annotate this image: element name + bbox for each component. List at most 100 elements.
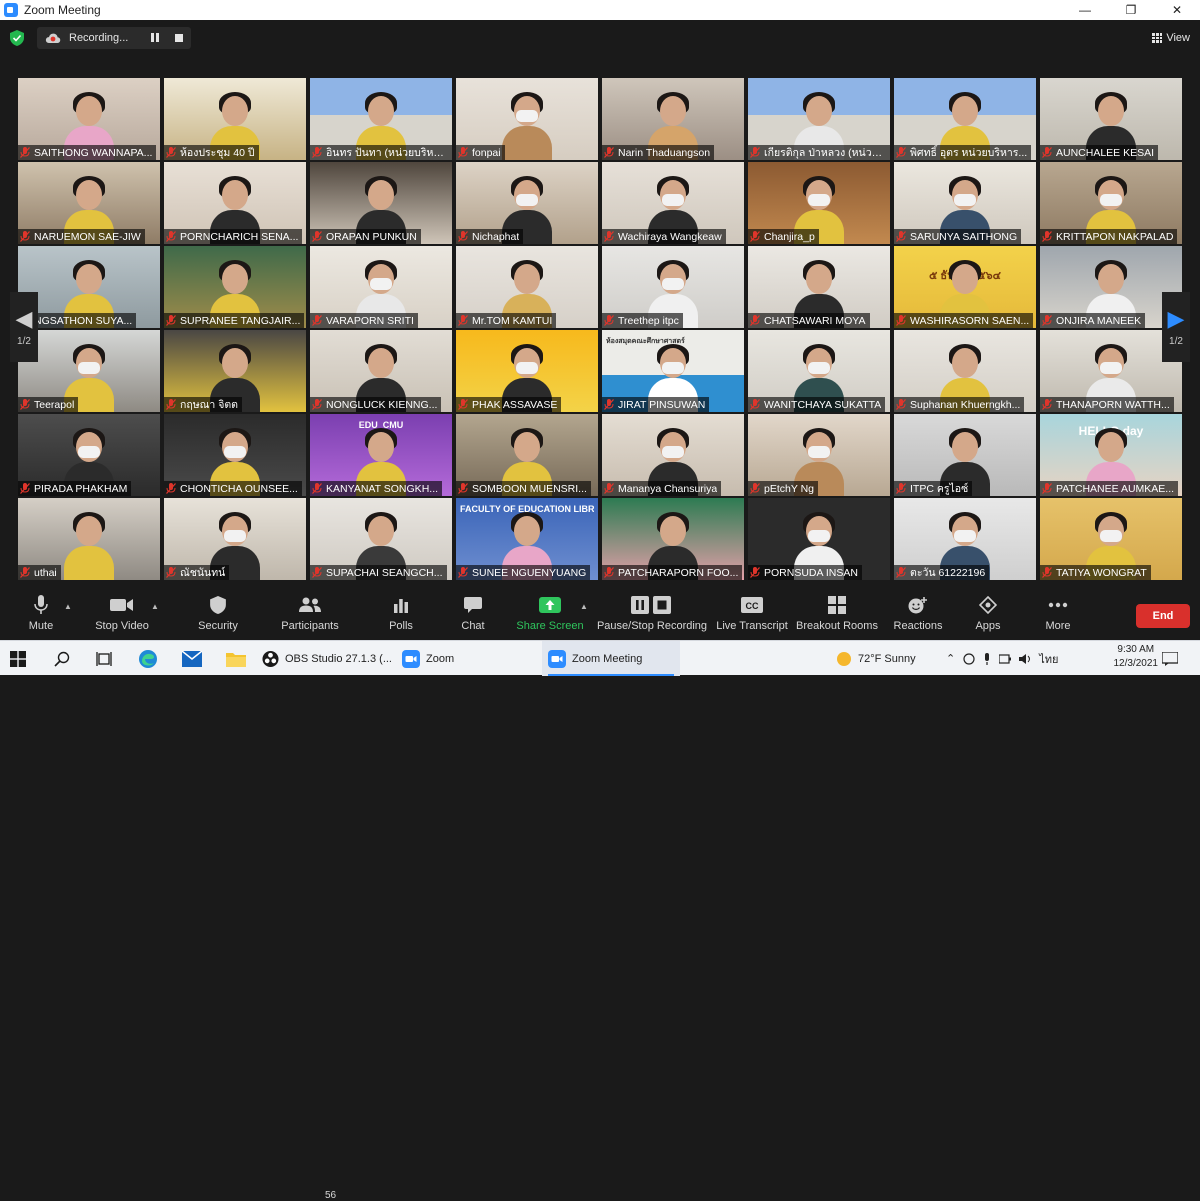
chat-button[interactable]: Chat — [458, 594, 488, 632]
participant-tile[interactable]: SARUNYA SAITHONG — [894, 162, 1036, 244]
participant-tile[interactable]: PHAK ASSAVASE — [456, 330, 598, 412]
previous-page-button[interactable]: ◀ 1/2 — [10, 292, 38, 362]
participant-tile[interactable]: Narin Thaduangson — [602, 78, 744, 160]
participants-button[interactable]: Participants — [281, 594, 339, 632]
participant-tile[interactable]: Mr.TOM KAMTUI — [456, 246, 598, 328]
edge-browser-button[interactable] — [138, 641, 162, 676]
participant-tile[interactable]: WANITCHAYA SUKATTA — [748, 330, 890, 412]
end-meeting-button[interactable]: End — [1136, 604, 1190, 628]
apps-button[interactable]: Apps — [973, 594, 1003, 632]
participant-tile[interactable]: Wachiraya Wangkeaw — [602, 162, 744, 244]
battery-icon[interactable] — [999, 653, 1012, 664]
stop-video-button[interactable]: Stop Video — [92, 594, 152, 632]
participant-tile[interactable]: PIRADA PHAKHAM — [18, 414, 160, 496]
language-indicator[interactable]: ไทย — [1039, 650, 1058, 668]
participant-tile[interactable]: FACULTY OF EDUCATION LIBRARY CHIANG MAI … — [456, 498, 598, 580]
participant-tile[interactable]: ORAPAN PUNKUN — [310, 162, 452, 244]
taskbar-zoom-meeting[interactable]: Zoom Meeting — [542, 641, 680, 676]
participant-tile[interactable]: PORNSUDA INSAN — [748, 498, 890, 580]
participant-name: ตะวัน 61222196 — [910, 567, 986, 579]
participant-tile[interactable]: AUNCHALEE KESAI — [1040, 78, 1182, 160]
share-options-caret[interactable]: ▲ — [580, 602, 588, 611]
next-page-button[interactable]: ▶ 1/2 — [1162, 292, 1190, 362]
close-button[interactable]: ✕ — [1154, 0, 1200, 20]
participant-tile[interactable]: NARUEMON SAE-JIW — [18, 162, 160, 244]
participant-tile[interactable]: เกียรติกุล ป่าหลวง (หน่วย... — [748, 78, 890, 160]
participant-tile[interactable]: ITPC ครูไอซ์ — [894, 414, 1036, 496]
maximize-button[interactable]: ❐ — [1108, 0, 1154, 20]
mic-muted-icon — [896, 567, 906, 578]
participant-tile[interactable]: Nichaphat — [456, 162, 598, 244]
participant-tile[interactable]: Suphanan Khuerngkh... — [894, 330, 1036, 412]
participant-tile[interactable]: PATCHARAPORN FOO... — [602, 498, 744, 580]
task-view-button[interactable] — [96, 641, 116, 676]
video-options-caret[interactable]: ▲ — [151, 602, 159, 611]
mic-muted-icon — [458, 483, 468, 494]
weather-widget[interactable]: 72°F Sunny — [836, 641, 946, 676]
app-tray-icon[interactable] — [963, 652, 975, 665]
live-transcript-button[interactable]: CC Live Transcript — [716, 594, 788, 632]
participant-name: PORNSUDA INSAN — [764, 566, 858, 579]
start-button[interactable] — [10, 641, 34, 676]
minimize-button[interactable]: — — [1062, 0, 1108, 20]
participant-tile[interactable]: ห้องประชุม 40 ปี — [164, 78, 306, 160]
participant-tile[interactable]: uthai — [18, 498, 160, 580]
microphone-tray-icon[interactable] — [983, 652, 991, 665]
participant-tile[interactable]: NONGLUCK KIENNG... — [310, 330, 452, 412]
encryption-shield-icon[interactable] — [10, 30, 24, 46]
participant-name: PATCHARAPORN FOO... — [618, 566, 739, 579]
stop-recording-button[interactable] — [175, 34, 183, 42]
taskbar-zoom[interactable]: Zoom — [402, 641, 532, 676]
participant-tile[interactable]: Treethep itpc — [602, 246, 744, 328]
notifications-button[interactable] — [1162, 641, 1186, 676]
participant-tile[interactable]: HELLO dayPATCHANEE AUMKAE... — [1040, 414, 1182, 496]
polls-button[interactable]: Polls — [386, 594, 416, 632]
participant-tile[interactable]: Chanjira_p — [748, 162, 890, 244]
view-button[interactable]: View — [1152, 28, 1190, 48]
mute-button[interactable]: Mute — [24, 594, 58, 632]
audio-options-caret[interactable]: ▲ — [64, 602, 72, 611]
participant-tile[interactable]: fonpai — [456, 78, 598, 160]
participant-tile[interactable]: CHONTICHA OUNSEE... — [164, 414, 306, 496]
participant-tile[interactable]: ตะวัน 61222196 — [894, 498, 1036, 580]
mail-button[interactable] — [182, 641, 206, 676]
participant-tile[interactable]: NGSATHON SUYA... — [18, 246, 160, 328]
participant-tile[interactable]: CHATSAWARI MOYA — [748, 246, 890, 328]
participant-tile[interactable]: TATIYA WONGRAT — [1040, 498, 1182, 580]
participant-tile[interactable]: SUPRANEE TANGJAIR... — [164, 246, 306, 328]
chevron-up-icon[interactable]: ⌃ — [946, 652, 955, 665]
more-button[interactable]: More — [1042, 594, 1074, 632]
participant-tile[interactable]: PORNCHARICH SENA... — [164, 162, 306, 244]
taskbar-obs-studio[interactable]: OBS Studio 27.1.3 (... — [262, 641, 392, 676]
search-button[interactable] — [54, 641, 74, 676]
participant-tile[interactable]: พิศทธิ์ อุตร หน่วยบริหาร... — [894, 78, 1036, 160]
participant-tile[interactable]: EDU_CMU KANYANAT SONGKH... — [310, 414, 452, 496]
participant-tile[interactable]: SAITHONG WANNAPA... — [18, 78, 160, 160]
participant-nameplate: SARUNYA SAITHONG — [894, 229, 1022, 244]
reactions-button[interactable]: Reactions — [894, 594, 942, 632]
participant-tile[interactable]: Mananya Chansuriya — [602, 414, 744, 496]
windows-logo-icon — [10, 650, 26, 667]
participant-tile[interactable]: ONJIRA MANEEK — [1040, 246, 1182, 328]
participant-tile[interactable]: ณัชนันทน์ — [164, 498, 306, 580]
participant-tile[interactable]: THANAPORN WATTH... — [1040, 330, 1182, 412]
volume-icon[interactable] — [1019, 653, 1031, 665]
participant-tile[interactable]: Teerapol — [18, 330, 160, 412]
taskbar-clock[interactable]: 9:30 AM 12/3/2021 — [1114, 643, 1159, 671]
share-screen-button[interactable]: Share Screen — [516, 594, 584, 632]
pause-recording-button[interactable] — [151, 33, 163, 43]
participant-tile[interactable]: SUPACHAI SEANGCH... — [310, 498, 452, 580]
breakout-rooms-button[interactable]: Breakout Rooms — [796, 594, 878, 632]
participant-tile[interactable]: SOMBOON MUENSRI... — [456, 414, 598, 496]
participant-tile[interactable]: pEtchY Ng — [748, 414, 890, 496]
participant-tile[interactable]: กฤษณา จิตต — [164, 330, 306, 412]
participant-tile[interactable]: ๕ ธันวา ๒๕๖๔WASHIRASORN SAEN... — [894, 246, 1036, 328]
mic-muted-icon — [1042, 567, 1052, 578]
file-explorer-button[interactable] — [226, 641, 250, 676]
security-button[interactable]: Security — [196, 594, 240, 632]
participant-tile[interactable]: VARAPORN SRITI — [310, 246, 452, 328]
participant-tile[interactable]: ห้องสมุดคณะศึกษาศาสตร์ JIRAT PINSUWAN — [602, 330, 744, 412]
pause-stop-recording-button[interactable]: Pause/Stop Recording — [597, 594, 707, 632]
participant-tile[interactable]: KRITTAPON NAKPALAD — [1040, 162, 1182, 244]
participant-tile[interactable]: อินทร ปันทา (หน่วยบริหา... — [310, 78, 452, 160]
